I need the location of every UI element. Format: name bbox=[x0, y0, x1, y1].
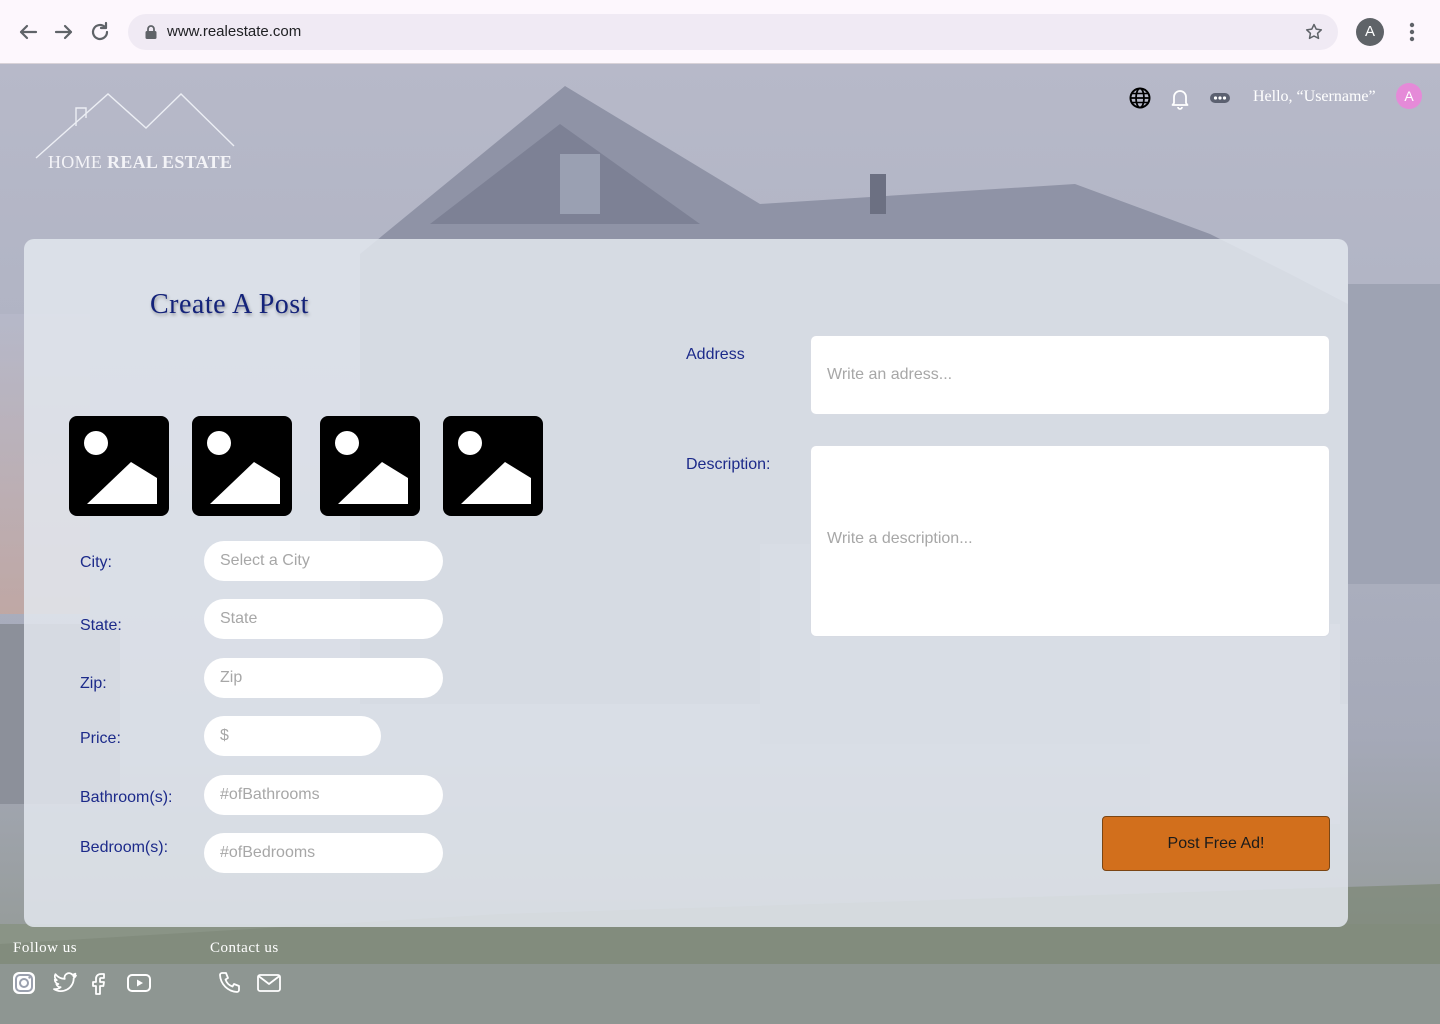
description-label: Description: bbox=[686, 456, 771, 473]
zip-input[interactable] bbox=[204, 658, 443, 698]
bedrooms-label: Bedroom(s): bbox=[80, 839, 169, 856]
forward-icon[interactable] bbox=[50, 18, 78, 46]
bell-icon[interactable] bbox=[1168, 86, 1192, 110]
logo-text[interactable]: HOME REAL ESTATE bbox=[48, 152, 232, 173]
youtube-icon[interactable] bbox=[126, 970, 152, 996]
state-label: State: bbox=[80, 617, 122, 634]
page-title: Create A Post bbox=[150, 289, 309, 320]
twitter-icon[interactable] bbox=[52, 970, 78, 996]
contact-us-heading: Contact us bbox=[210, 940, 279, 956]
browser-profile-avatar[interactable]: A bbox=[1356, 18, 1384, 46]
price-input[interactable] bbox=[204, 716, 381, 756]
back-icon[interactable] bbox=[14, 18, 42, 46]
phone-icon[interactable] bbox=[216, 970, 242, 996]
mail-icon[interactable] bbox=[256, 970, 282, 996]
bookmark-star-icon[interactable] bbox=[1304, 22, 1324, 42]
browser-toolbar: www.realestate.com A bbox=[0, 0, 1440, 64]
create-post-form: Create A Post City: State: Zip: Price: B… bbox=[24, 239, 1348, 927]
state-input[interactable] bbox=[204, 599, 443, 639]
description-textarea[interactable] bbox=[810, 445, 1330, 637]
page-content: HOME REAL ESTATE Hello, “Username” A Cre… bbox=[0, 64, 1440, 1024]
city-label: City: bbox=[80, 554, 112, 571]
greeting-text: Hello, “Username” bbox=[1253, 88, 1376, 105]
address-label: Address bbox=[686, 346, 745, 363]
browser-menu-icon[interactable] bbox=[1404, 20, 1420, 44]
address-input[interactable] bbox=[810, 335, 1330, 415]
facebook-icon[interactable] bbox=[86, 970, 112, 996]
user-avatar[interactable]: A bbox=[1396, 83, 1422, 109]
follow-us-heading: Follow us bbox=[13, 940, 78, 956]
instagram-icon[interactable] bbox=[11, 970, 37, 996]
more-icon[interactable] bbox=[1208, 86, 1232, 110]
bathrooms-input[interactable] bbox=[204, 775, 443, 815]
image-placeholder-icon[interactable] bbox=[320, 416, 420, 516]
bathrooms-label: Bathroom(s): bbox=[80, 789, 173, 806]
reload-icon[interactable] bbox=[86, 18, 114, 46]
bedrooms-input[interactable] bbox=[204, 833, 443, 873]
image-placeholder-icon[interactable] bbox=[69, 416, 169, 516]
city-select[interactable] bbox=[204, 541, 443, 581]
lock-icon bbox=[145, 25, 157, 39]
url-text: www.realestate.com bbox=[167, 23, 302, 40]
zip-label: Zip: bbox=[80, 675, 107, 692]
image-placeholder-icon[interactable] bbox=[192, 416, 292, 516]
globe-icon[interactable] bbox=[1128, 86, 1152, 110]
price-label: Price: bbox=[80, 730, 121, 747]
image-placeholder-icon[interactable] bbox=[443, 416, 543, 516]
address-bar[interactable]: www.realestate.com bbox=[128, 14, 1338, 50]
post-free-ad-button[interactable]: Post Free Ad! bbox=[1102, 816, 1330, 871]
